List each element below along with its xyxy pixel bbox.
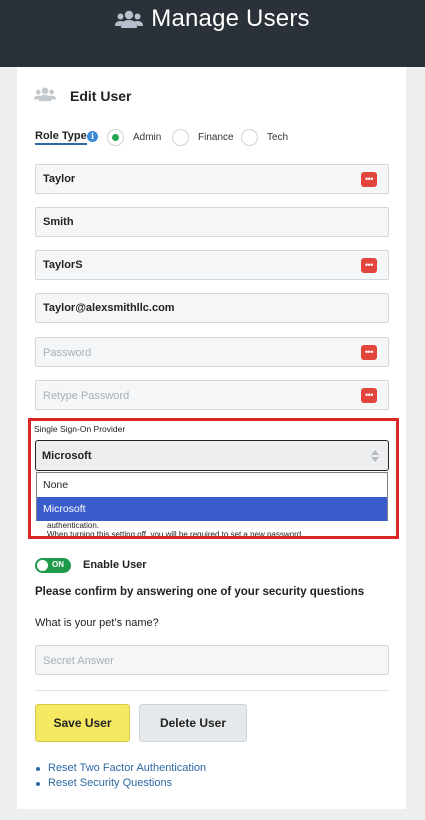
role-option-finance-label: Finance	[198, 132, 234, 143]
retype-password-input[interactable]: Retype Password	[35, 380, 389, 410]
divider	[35, 690, 389, 691]
reset-security-questions-link[interactable]: Reset Security Questions	[35, 776, 206, 791]
role-radio-tech[interactable]	[241, 129, 258, 146]
sso-option-microsoft[interactable]: Microsoft	[37, 497, 387, 521]
role-radio-admin[interactable]	[107, 129, 124, 146]
password-manager-icon[interactable]	[361, 388, 377, 403]
password-manager-icon[interactable]	[361, 345, 377, 360]
toggle-knob	[37, 560, 48, 571]
email-input[interactable]: Taylor@alexsmithllc.com	[35, 293, 389, 323]
info-icon[interactable]: i	[87, 131, 98, 142]
first-name-value: Taylor	[43, 173, 76, 185]
role-option-tech-label: Tech	[267, 132, 289, 143]
links-list: Reset Two Factor Authentication Reset Se…	[35, 761, 206, 791]
security-confirm-text: Please confirm by answering one of your …	[35, 586, 365, 598]
security-question: What is your pet's name?	[35, 617, 159, 629]
page-title-group: Manage Users	[0, 2, 425, 36]
password-manager-icon[interactable]	[361, 258, 377, 273]
role-radio-finance[interactable]	[172, 129, 189, 146]
sso-provider-select[interactable]: Microsoft	[35, 440, 389, 471]
card-title: Edit User	[70, 88, 132, 104]
sso-selected-value: Microsoft	[42, 450, 92, 462]
sso-dropdown-list: None Microsoft	[36, 472, 388, 521]
role-type-row: Role Type	[35, 128, 87, 146]
username-value: TaylorS	[43, 259, 83, 271]
delete-user-button[interactable]: Delete User	[139, 704, 247, 742]
password-input[interactable]: Password	[35, 337, 389, 367]
page-title: Manage Users	[151, 5, 310, 32]
password-manager-icon[interactable]	[361, 172, 377, 187]
role-type-label: Role Type	[35, 130, 87, 145]
enable-user-label: Enable User	[83, 559, 147, 571]
toggle-on-text: ON	[52, 560, 64, 569]
last-name-input[interactable]: Smith	[35, 207, 389, 237]
users-icon	[34, 87, 56, 102]
sso-option-none[interactable]: None	[37, 473, 387, 497]
email-value: Taylor@alexsmithllc.com	[43, 302, 175, 314]
save-user-button[interactable]: Save User	[35, 704, 130, 742]
sso-provider-label: Single Sign-On Provider	[34, 424, 126, 434]
secret-answer-input[interactable]: Secret Answer	[35, 645, 389, 675]
secret-answer-placeholder: Secret Answer	[43, 655, 114, 667]
top-header: Manage Users	[0, 0, 425, 67]
enable-user-toggle[interactable]: ON	[35, 558, 71, 573]
select-arrows-icon	[370, 449, 380, 463]
last-name-value: Smith	[43, 216, 74, 228]
username-input[interactable]: TaylorS	[35, 250, 389, 280]
role-option-admin-label: Admin	[133, 132, 162, 143]
retype-password-placeholder: Retype Password	[43, 390, 130, 402]
reset-two-factor-link[interactable]: Reset Two Factor Authentication	[35, 761, 206, 776]
first-name-input[interactable]: Taylor	[35, 164, 389, 194]
password-placeholder: Password	[43, 347, 92, 359]
users-icon	[115, 10, 144, 28]
